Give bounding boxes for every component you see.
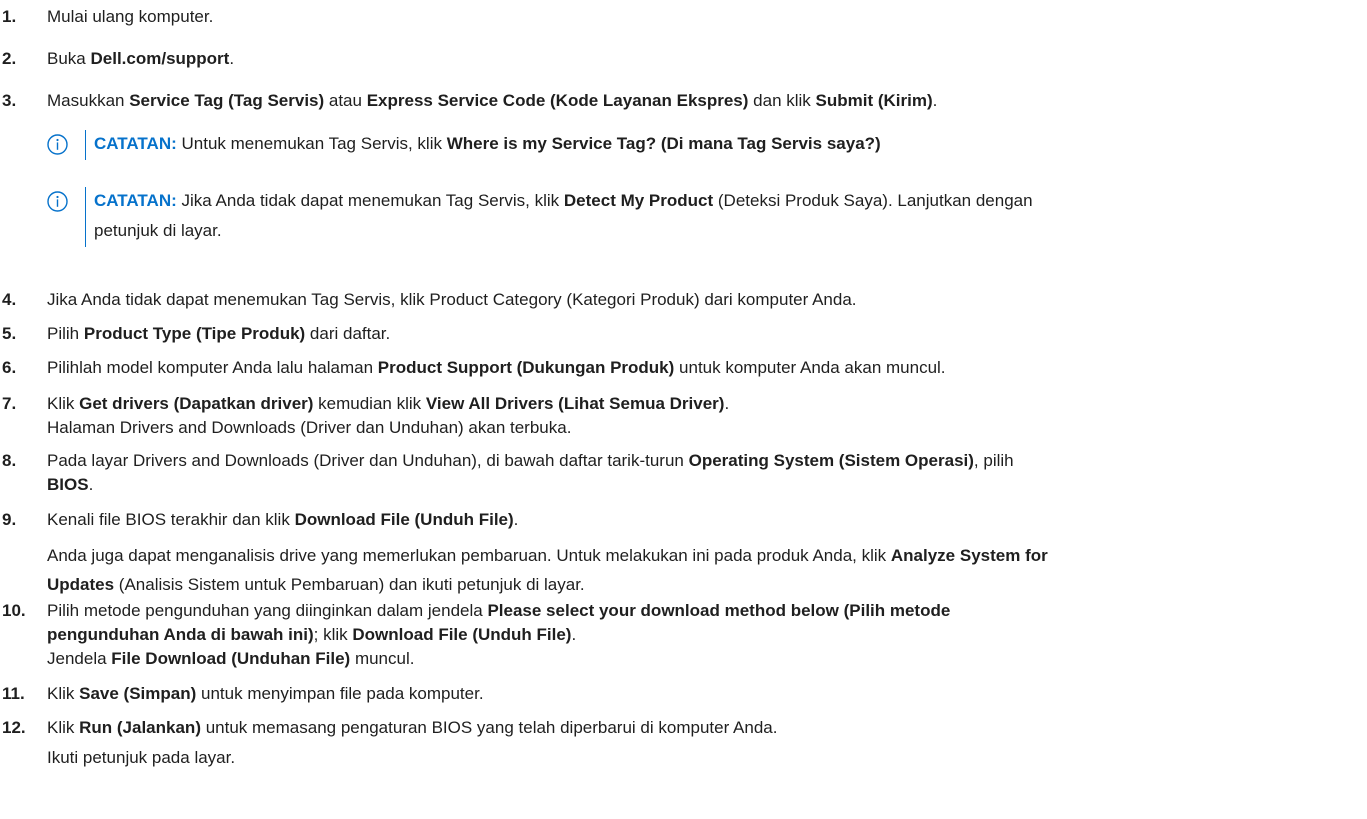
bold-text: Run (Jalankan)	[79, 718, 201, 737]
step-text: Pilih Product Type (Tipe Produk) dari da…	[47, 322, 1359, 346]
text-run: untuk komputer Anda akan muncul.	[674, 358, 946, 377]
bold-text: Get drivers (Dapatkan driver)	[79, 394, 314, 413]
bold-text: Product Type (Tipe Produk)	[83, 324, 306, 343]
text-run: Ikuti petunjuk pada layar.	[47, 748, 236, 767]
text-run: Pada layar Drivers and Downloads (Driver…	[47, 451, 689, 470]
text-run: kemudian klik	[313, 394, 426, 413]
step-text: Jika Anda tidak dapat menemukan Tag Serv…	[47, 288, 1359, 312]
bold-text: Analyze System for	[890, 546, 1048, 565]
text-run: dan klik	[748, 91, 816, 110]
text-run: ; klik	[313, 625, 353, 644]
bold-text: BIOS	[47, 475, 89, 494]
bold-text: Updates	[47, 575, 115, 594]
bold-text: Detect My Product	[563, 191, 714, 210]
info-icon	[47, 134, 68, 155]
text-run: , pilih	[973, 451, 1014, 470]
note-callout: CATATAN: Untuk menemukan Tag Servis, kli…	[47, 130, 1347, 162]
step-text: Klik Run (Jalankan) untuk memasang penga…	[47, 716, 1359, 740]
step-number: 3.	[2, 91, 17, 110]
note-text: CATATAN: Jika Anda tidak dapat menemukan…	[94, 186, 1347, 246]
step-text: Mulai ulang komputer.	[47, 5, 1359, 29]
step-number: 5.	[2, 324, 17, 343]
text-run: untuk menyimpan file pada komputer.	[196, 684, 484, 703]
step-number: 8.	[2, 451, 17, 470]
step-number: 2.	[2, 49, 17, 68]
step-text: Pilih metode pengunduhan yang diinginkan…	[47, 599, 1359, 671]
note-body: Jika Anda tidak dapat menemukan Tag Serv…	[94, 191, 1033, 240]
step-text: Masukkan Service Tag (Tag Servis) atau E…	[47, 89, 1359, 113]
bold-text: Dell.com/support	[90, 49, 230, 68]
bold-text: Operating System (Sistem Operasi)	[688, 451, 974, 470]
bold-text: Express Service Code (Kode Layanan Ekspr…	[366, 91, 749, 110]
step-number: 4.	[2, 290, 17, 309]
step-text: Ikuti petunjuk pada layar.	[47, 746, 1359, 770]
text-run: Mulai ulang komputer.	[47, 7, 214, 26]
note-divider	[85, 130, 86, 160]
bold-text: Download File (Unduh File)	[294, 510, 514, 529]
step-text: Pilihlah model komputer Anda lalu halama…	[47, 356, 1359, 380]
bold-text: Product Support (Dukungan Produk)	[377, 358, 675, 377]
text-run: Halaman Drivers and Downloads (Driver da…	[47, 418, 572, 437]
text-run: Anda juga dapat menganalisis drive yang …	[47, 546, 891, 565]
step-number: 10.	[2, 601, 26, 620]
text-run: (Analisis Sistem untuk Pembaruan) dan ik…	[114, 575, 585, 594]
step-text: Kenali file BIOS terakhir dan klik Downl…	[47, 508, 1359, 532]
step-text: Klik Save (Simpan) untuk menyimpan file …	[47, 682, 1359, 706]
text-run: petunjuk di layar.	[94, 221, 222, 240]
text-run: Masukkan	[47, 91, 130, 110]
note-text: CATATAN: Untuk menemukan Tag Servis, kli…	[94, 132, 1347, 156]
text-run: .	[724, 394, 730, 413]
text-run: Pilihlah model komputer Anda lalu halama…	[47, 358, 378, 377]
text-run: Klik	[47, 394, 80, 413]
step-number: 11.	[2, 684, 25, 703]
text-run: .	[88, 475, 94, 494]
bold-text: Download File (Unduh File)	[352, 625, 572, 644]
text-run: atau	[324, 91, 367, 110]
text-run: Pilih	[47, 324, 84, 343]
bold-text: Submit (Kirim)	[815, 91, 933, 110]
text-run: Klik	[47, 718, 80, 737]
text-run: Buka	[47, 49, 91, 68]
step-number: 7.	[2, 394, 17, 413]
text-run: .	[229, 49, 235, 68]
text-run: muncul.	[350, 649, 415, 668]
bold-text: File Download (Unduhan File)	[111, 649, 351, 668]
step-number: 6.	[2, 358, 17, 377]
note-divider	[85, 187, 86, 247]
note-label: CATATAN:	[94, 134, 177, 153]
step-number: 1.	[2, 7, 17, 26]
text-run: Kenali file BIOS terakhir dan klik	[47, 510, 295, 529]
bold-text: Service Tag (Tag Servis)	[129, 91, 325, 110]
step-text: Buka Dell.com/support.	[47, 47, 1359, 71]
step-text: Pada layar Drivers and Downloads (Driver…	[47, 449, 1359, 497]
step-number: 12.	[2, 718, 26, 737]
text-run: Jika Anda tidak dapat menemukan Tag Serv…	[47, 290, 857, 309]
info-icon	[47, 191, 68, 212]
text-run: Jendela	[47, 649, 112, 668]
text-run: untuk memasang pengaturan BIOS yang tela…	[200, 718, 778, 737]
bold-text: Save (Simpan)	[79, 684, 197, 703]
note-body: Untuk menemukan Tag Servis, klik Where i…	[177, 134, 881, 153]
text-run: dari daftar.	[305, 324, 391, 343]
note-callout: CATATAN: Jika Anda tidak dapat menemukan…	[47, 186, 1347, 247]
text-run: (Deteksi Produk Saya). Lanjutkan dengan	[713, 191, 1033, 210]
step-text: Anda juga dapat menganalisis drive yang …	[47, 541, 1359, 599]
text-run: .	[571, 625, 577, 644]
step-text: Klik Get drivers (Dapatkan driver) kemud…	[47, 392, 1359, 440]
text-run: .	[932, 91, 938, 110]
text-run: Pilih metode pengunduhan yang diinginkan…	[47, 601, 488, 620]
bold-text: Where is my Service Tag? (Di mana Tag Se…	[446, 134, 881, 153]
text-run: Klik	[47, 684, 80, 703]
bold-text: Please select your download method below…	[487, 601, 951, 620]
text-run: .	[513, 510, 519, 529]
step-number: 9.	[2, 510, 17, 529]
note-label: CATATAN:	[94, 191, 177, 210]
text-run: Jika Anda tidak dapat menemukan Tag Serv…	[176, 191, 564, 210]
text-run: Untuk menemukan Tag Servis, klik	[176, 134, 447, 153]
bold-text: View All Drivers (Lihat Semua Driver)	[425, 394, 725, 413]
bold-text: pengunduhan Anda di bawah ini)	[47, 625, 314, 644]
